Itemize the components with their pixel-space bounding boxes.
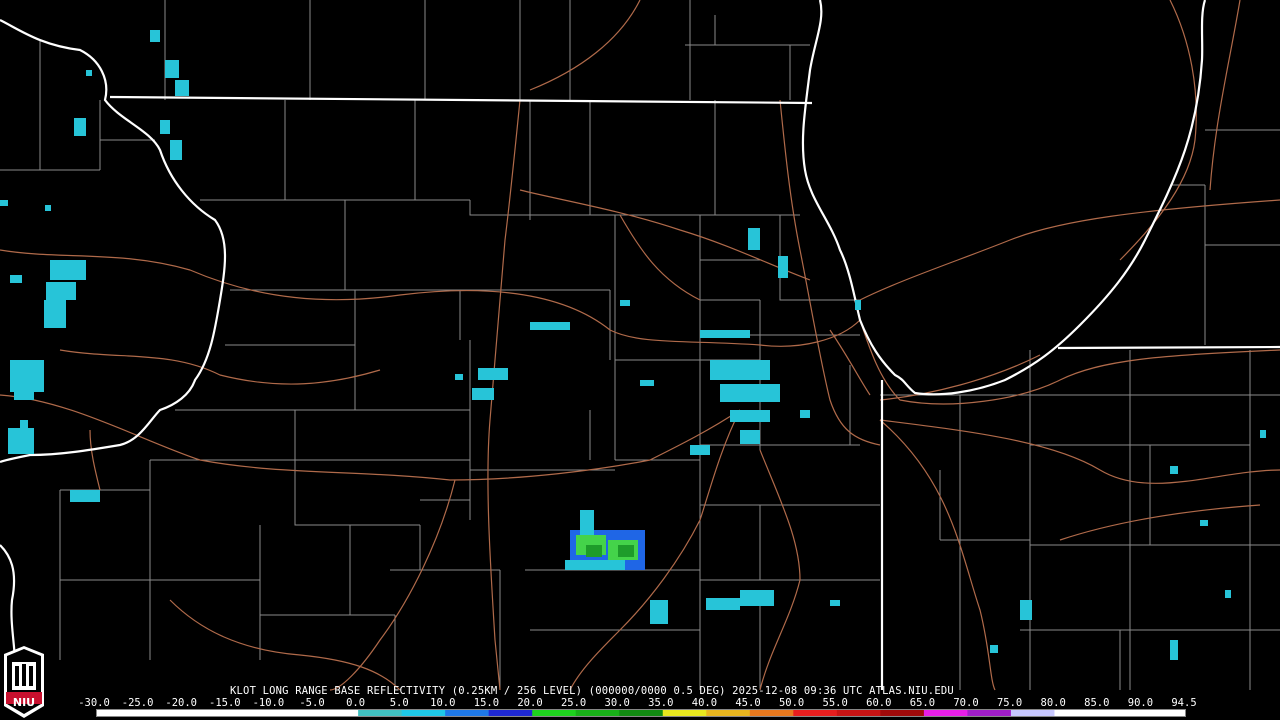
scale-tick-label: 20.0 <box>517 697 543 709</box>
colorbar-segment <box>923 710 968 716</box>
colorbar-segment <box>880 710 925 716</box>
scale-tick-label: 5.0 <box>389 697 409 709</box>
scale-tick-label: 85.0 <box>1084 697 1110 709</box>
colorbar-segment <box>227 710 272 716</box>
scale-tick-label: 45.0 <box>735 697 761 709</box>
scale-tick-label: 94.5 <box>1171 697 1197 709</box>
scale-tick-label: 0.0 <box>346 697 366 709</box>
scale-tick-label: 50.0 <box>778 697 805 709</box>
colorbar-segment <box>836 710 881 716</box>
colorbar-segment <box>271 710 316 716</box>
colorbar-segment <box>488 710 533 716</box>
colorbar-segment <box>967 710 1012 716</box>
scale-ticks: -30.0 -25.0 -20.0 -15.0 -10.0 -5.0 0.0 5.0 10.0 1… <box>78 697 1197 709</box>
colorbar-segment <box>1097 710 1142 716</box>
colorbar-segment <box>1054 710 1099 716</box>
indiana-michigan-border <box>1057 345 1280 350</box>
echoes-far-west <box>0 30 189 502</box>
scale-tick-label: 30.0 <box>604 697 630 709</box>
colorbar-segment <box>749 710 794 716</box>
product-caption: KLOT LONG RANGE BASE REFLECTIVITY (0.25K… <box>230 685 954 697</box>
scale-tick-label: 80.0 <box>1040 697 1066 709</box>
colorbar-segment <box>1010 710 1055 716</box>
river-left-lower <box>0 544 17 661</box>
colorbar-segment <box>445 710 490 716</box>
scale-tick-label: -15.0 <box>208 697 241 709</box>
scale-tick-label: 60.0 <box>866 697 892 709</box>
radar-map-view: NIU KLOT LONG RANGE BASE REFLECTIVITY (0… <box>0 0 1280 720</box>
scale-tick-label: 65.0 <box>909 697 936 709</box>
scale-tick-label: -30.0 <box>78 697 110 709</box>
scale-tick-label: 40.0 <box>691 697 718 709</box>
wisconsin-illinois-border <box>109 95 813 105</box>
radar-map <box>0 0 1280 691</box>
reflectivity-colorbar <box>96 709 1186 717</box>
logo-text: NIU <box>12 696 36 709</box>
echoes-storm-cell <box>565 510 645 570</box>
scale-tick-label: 35.0 <box>648 697 674 709</box>
colorbar-segment <box>1141 710 1185 716</box>
colorbar-segment <box>140 710 185 716</box>
scale-tick-label: 70.0 <box>953 697 979 709</box>
colorbar-segment <box>532 710 577 716</box>
colorbar-segment <box>793 710 838 716</box>
echoes-central <box>455 228 861 624</box>
colorbar-segment <box>314 710 359 716</box>
colorbar-segment <box>401 710 446 716</box>
colorbar-segment <box>662 710 707 716</box>
scale-tick-label: 10.0 <box>430 697 456 709</box>
colorbar-segment <box>358 710 403 716</box>
scale-tick-label: -25.0 <box>121 697 154 709</box>
colorbar-segment <box>706 710 751 716</box>
scale-tick-label: 90.0 <box>1127 697 1154 709</box>
scale-tick-label: 55.0 <box>822 697 848 709</box>
scale-tick-label: -20.0 <box>165 697 197 709</box>
colorbar-segment <box>619 710 664 716</box>
scale-tick-label: -10.0 <box>252 697 285 709</box>
colorbar-segment <box>97 710 142 716</box>
scale-tick-label: -5.0 <box>299 697 325 709</box>
scale-tick-label: 25.0 <box>560 697 587 709</box>
colorbar-segment <box>575 710 620 716</box>
scale-tick-label: 15.0 <box>473 697 500 709</box>
scale-tick-label: 75.0 <box>996 697 1023 709</box>
colorbar-segment <box>184 710 229 716</box>
